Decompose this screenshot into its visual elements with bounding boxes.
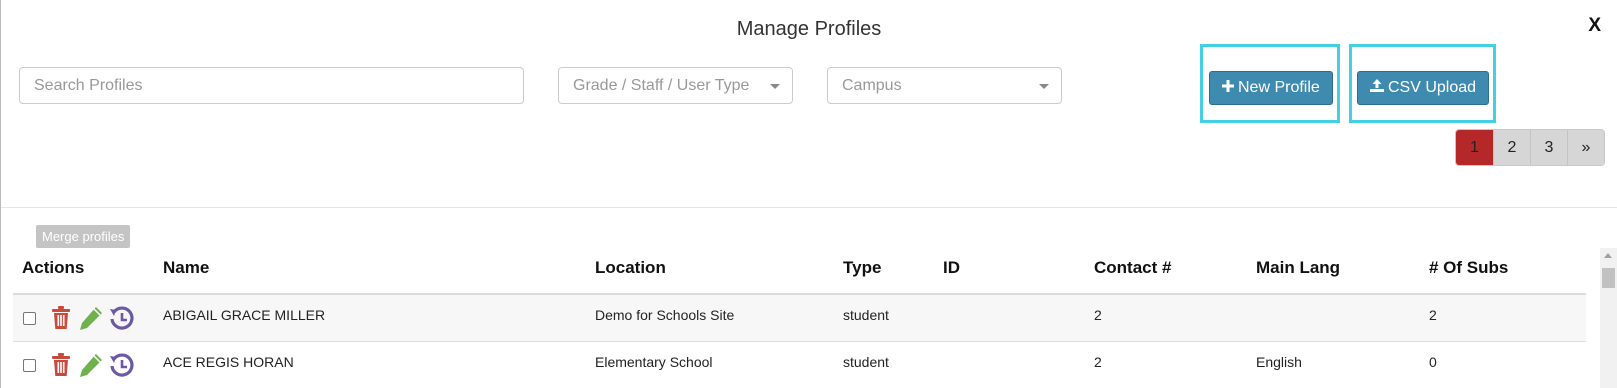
page-1-button[interactable]: 1 — [1456, 130, 1493, 165]
next-page-button[interactable]: » — [1567, 130, 1604, 165]
header-actions: Actions — [22, 258, 85, 277]
cell-contact: 2 — [1094, 307, 1102, 323]
merge-profiles-button[interactable]: Merge profiles — [36, 225, 131, 248]
table-row: ACE REGIS HORAN Elementary School studen… — [13, 341, 1586, 388]
cell-contact: 2 — [1094, 354, 1102, 370]
table-scrollbar[interactable] — [1600, 248, 1617, 388]
section-divider — [1, 207, 1617, 208]
plus-icon — [1222, 72, 1234, 104]
cell-main-lang: English — [1256, 354, 1302, 370]
scrollbar-thumb[interactable] — [1602, 268, 1615, 288]
chevron-down-icon — [770, 84, 780, 89]
chevron-down-icon — [1039, 84, 1049, 89]
pencil-icon[interactable] — [79, 306, 103, 335]
modal-title: Manage Profiles — [736, 18, 882, 40]
row-checkbox[interactable] — [23, 359, 36, 372]
scroll-up-icon[interactable] — [1604, 253, 1612, 258]
new-profile-label: New Profile — [1238, 79, 1320, 96]
table-row: ABIGAIL GRACE MILLER Demo for Schools Si… — [13, 293, 1586, 341]
user-type-select-value: Grade / Staff / User Type — [573, 77, 750, 94]
cell-subs: 2 — [1429, 307, 1437, 323]
trash-icon[interactable] — [51, 353, 71, 382]
row-checkbox[interactable] — [23, 312, 36, 325]
csv-upload-button[interactable]: CSV Upload — [1357, 71, 1490, 105]
cell-location: Demo for Schools Site — [595, 307, 735, 323]
header-contact[interactable]: Contact # — [1094, 258, 1171, 278]
cell-location: Elementary School — [595, 354, 713, 370]
cell-type: student — [843, 354, 889, 370]
header-id[interactable]: ID — [943, 258, 960, 278]
campus-select-value: Campus — [842, 77, 902, 94]
new-profile-button[interactable]: New Profile — [1209, 71, 1333, 105]
cell-name: ACE REGIS HORAN — [163, 354, 294, 370]
header-location[interactable]: Location — [595, 258, 666, 278]
pagination: 1 2 3 » — [1455, 129, 1605, 166]
cell-name: ABIGAIL GRACE MILLER — [163, 307, 326, 323]
new-profile-highlight: New Profile — [1200, 44, 1340, 123]
upload-icon — [1370, 72, 1384, 104]
header-type[interactable]: Type — [843, 258, 881, 278]
cell-type: student — [843, 307, 889, 323]
manage-profiles-modal: Manage Profiles X Grade / Staff / User T… — [0, 0, 1617, 388]
cell-subs: 0 — [1429, 354, 1437, 370]
page-2-button[interactable]: 2 — [1493, 130, 1530, 165]
search-input[interactable] — [19, 67, 524, 104]
csv-upload-highlight: CSV Upload — [1349, 44, 1496, 123]
history-icon[interactable] — [109, 353, 135, 384]
close-button[interactable]: X — [1588, 15, 1601, 37]
user-type-select[interactable]: Grade / Staff / User Type — [558, 67, 793, 104]
header-subs[interactable]: # Of Subs — [1429, 258, 1508, 278]
csv-upload-label: CSV Upload — [1388, 79, 1477, 96]
header-main-lang[interactable]: Main Lang — [1256, 258, 1340, 278]
header-name[interactable]: Name — [163, 258, 209, 278]
page-3-button[interactable]: 3 — [1530, 130, 1567, 165]
history-icon[interactable] — [109, 306, 135, 337]
campus-select[interactable]: Campus — [827, 67, 1062, 104]
pencil-icon[interactable] — [79, 353, 103, 382]
trash-icon[interactable] — [51, 306, 71, 335]
